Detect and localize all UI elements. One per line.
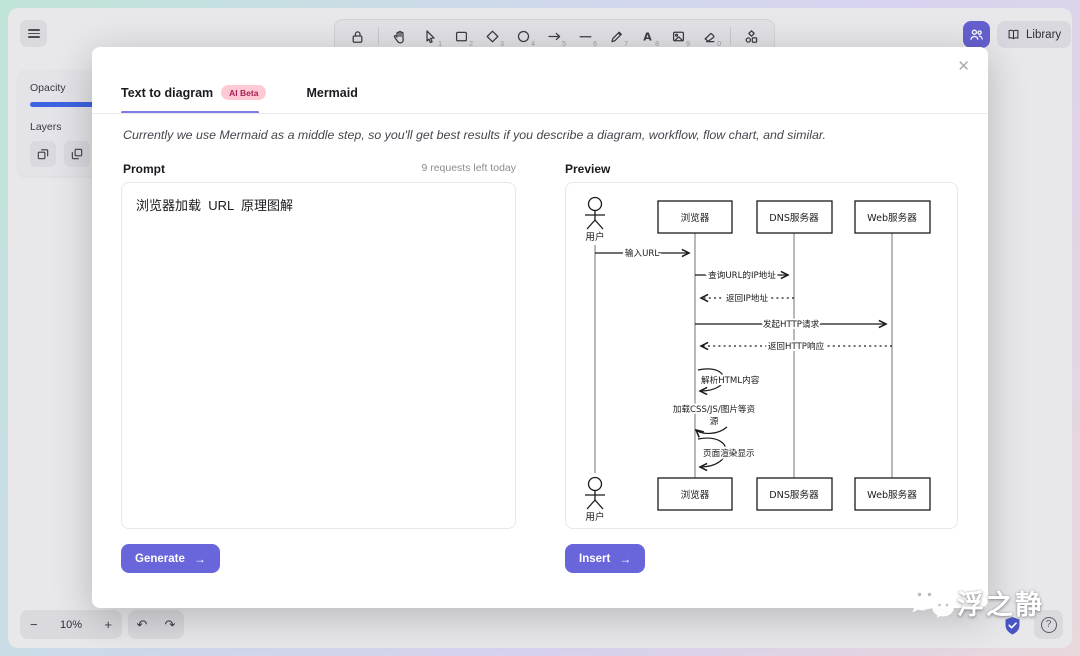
toolbar-divider [730, 27, 731, 45]
share-collaboration-button[interactable] [963, 21, 990, 48]
ellipse-tool-button[interactable]: 4 [510, 23, 537, 49]
self-loop [696, 427, 727, 433]
sequence-diagram: 用户 浏览器 DNS服务器 Web服务器 输入URL 查询URL的IP地址 返回… [572, 187, 952, 527]
message-label: 返回IP地址 [726, 292, 768, 304]
actor-user-top [585, 198, 605, 230]
generate-button[interactable]: Generate → [121, 544, 220, 573]
tab-label: Mermaid [306, 86, 357, 100]
send-backward-button[interactable] [30, 141, 56, 167]
wechat-icon [905, 580, 957, 624]
library-label: Library [1026, 29, 1061, 41]
svg-text:A: A [643, 30, 652, 43]
hand-tool-button[interactable] [386, 23, 413, 49]
message-label: 返回HTTP响应 [768, 340, 825, 352]
send-backward-icon [36, 147, 50, 161]
selection-tool-button[interactable]: 1 [417, 23, 444, 49]
shapes-icon [744, 29, 759, 44]
tab-mermaid[interactable]: Mermaid [306, 85, 357, 112]
close-icon[interactable]: ✕ [957, 59, 970, 74]
message-label: 输入URL [625, 247, 659, 259]
image-tool-button[interactable]: 9 [665, 23, 692, 49]
draw-tool-button[interactable]: 7 [603, 23, 630, 49]
preview-label: Preview [565, 162, 610, 176]
diamond-icon [485, 29, 500, 44]
bring-forward-icon [70, 147, 84, 161]
redo-button[interactable]: ↷ [165, 617, 176, 633]
undo-button[interactable]: ↶ [137, 617, 148, 633]
more-tools-button[interactable] [738, 23, 765, 49]
message-label: 页面渲染显示 [703, 447, 755, 459]
participant-label: DNS服务器 [769, 489, 819, 501]
eraser-icon [702, 29, 717, 44]
ellipse-icon [516, 29, 531, 44]
requests-quota: 9 requests left today [392, 162, 516, 174]
tabs-divider [92, 113, 988, 114]
prompt-input[interactable]: 浏览器加载 URL 原理图解 [121, 182, 516, 529]
zoom-level[interactable]: 10% [60, 619, 82, 631]
participant-label: 浏览器 [681, 489, 710, 501]
participant-label: Web服务器 [867, 489, 917, 501]
message-label: 加载CSS/JS/图片等资 [673, 403, 756, 415]
tab-label: Text to diagram [121, 86, 213, 100]
diamond-tool-button[interactable]: 3 [479, 23, 506, 49]
watermark: 浮之静 [905, 580, 1044, 624]
actor-label: 用户 [585, 511, 604, 523]
message-label: 解析HTML内容 [701, 374, 760, 386]
participant-label: DNS服务器 [769, 212, 819, 224]
toolbar-divider [378, 27, 379, 45]
actor-user-bottom [585, 478, 605, 510]
diagram-preview: 用户 浏览器 DNS服务器 Web服务器 输入URL 查询URL的IP地址 返回… [565, 182, 958, 529]
zoom-out-button[interactable]: − [30, 617, 38, 632]
insert-button[interactable]: Insert → [565, 544, 645, 573]
zoom-controls: − 10% + [20, 610, 122, 639]
history-controls: ↶ ↷ [128, 610, 184, 639]
tab-text-to-diagram[interactable]: Text to diagram AI Beta [121, 85, 266, 112]
ai-beta-badge: AI Beta [221, 85, 266, 100]
arrow-right-icon: → [619, 552, 631, 566]
watermark-text: 浮之静 [957, 583, 1044, 622]
lock-icon [350, 29, 365, 44]
arrow-right-icon: → [194, 552, 206, 566]
line-icon [578, 29, 593, 44]
arrow-tool-button[interactable]: 5 [541, 23, 568, 49]
line-tool-button[interactable]: 6 [572, 23, 599, 49]
zoom-in-button[interactable]: + [104, 617, 112, 632]
rectangle-tool-button[interactable]: 2 [448, 23, 475, 49]
message-label: 查询URL的IP地址 [708, 269, 776, 281]
rectangle-icon [454, 29, 469, 44]
library-button[interactable]: Library [997, 21, 1071, 48]
book-icon [1007, 28, 1020, 41]
lock-tool-button[interactable] [344, 23, 371, 49]
eraser-tool-button[interactable]: 0 [696, 23, 723, 49]
text-to-diagram-dialog: ✕ Text to diagram AI Beta Mermaid Curren… [92, 47, 988, 608]
bring-forward-button[interactable] [64, 141, 90, 167]
participant-label: 浏览器 [681, 212, 710, 224]
dialog-description: Currently we use Mermaid as a middle ste… [123, 128, 826, 142]
people-icon [969, 27, 984, 42]
pencil-icon [609, 29, 624, 44]
message-label: 发起HTTP请求 [763, 318, 820, 330]
hamburger-icon [28, 27, 40, 40]
actor-label: 用户 [585, 231, 604, 243]
image-icon [671, 29, 686, 44]
prompt-label: Prompt [123, 162, 165, 176]
arrow-icon [547, 29, 562, 44]
participant-label: Web服务器 [867, 212, 917, 224]
message-label: 源 [710, 416, 719, 427]
main-menu-button[interactable] [20, 20, 47, 47]
selection-cursor-icon [423, 29, 438, 44]
text-tool-button[interactable]: A 8 [634, 23, 661, 49]
text-icon: A [640, 29, 655, 44]
dialog-tabs: Text to diagram AI Beta Mermaid [121, 85, 358, 112]
hand-icon [392, 29, 407, 44]
